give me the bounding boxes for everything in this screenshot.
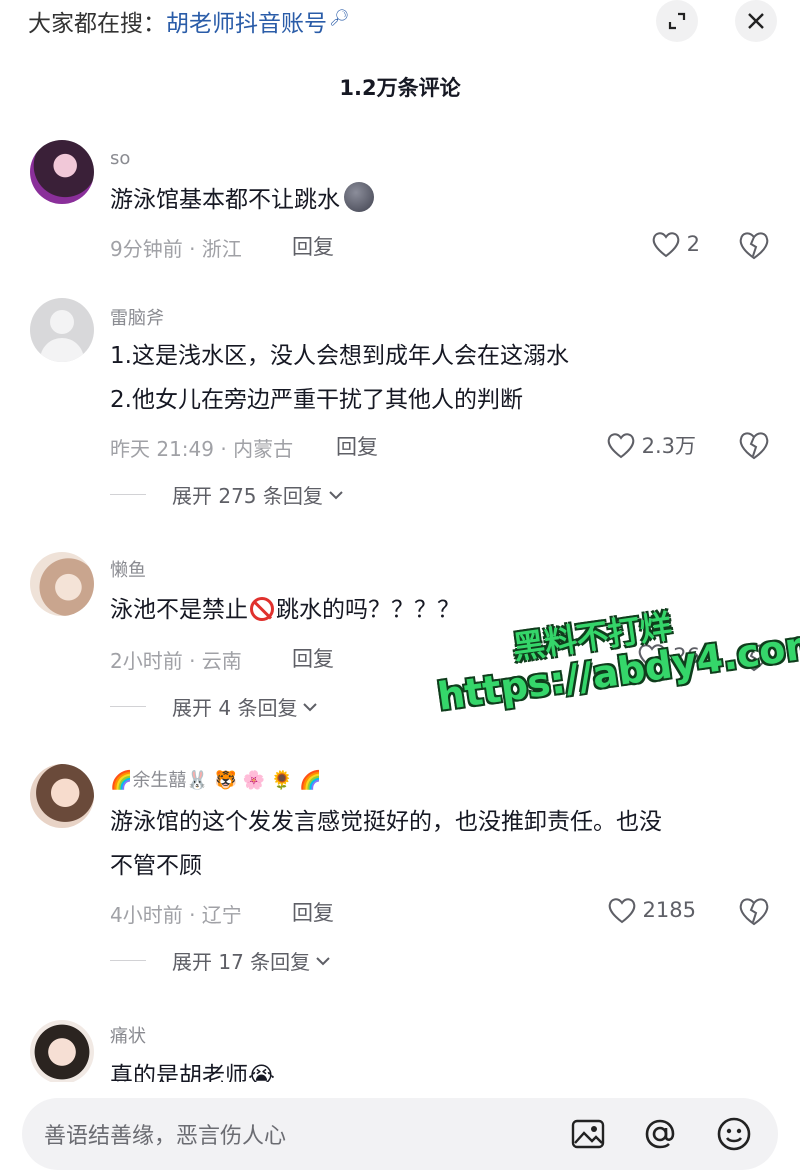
- comment-username[interactable]: 懒鱼: [110, 556, 146, 582]
- smiley-icon: [717, 1117, 751, 1151]
- avatar[interactable]: [30, 298, 94, 362]
- comment-text-line: 真的是胡老师😭: [110, 1063, 275, 1082]
- comment-username[interactable]: 雷脑斧: [110, 304, 164, 330]
- divider: [110, 494, 146, 495]
- at-icon: [645, 1119, 675, 1149]
- top-bar: 大家都在搜：胡老师抖音账号 🔎︎: [0, 0, 800, 44]
- default-avatar-icon: [50, 310, 74, 334]
- search-suggestion-prefix: 大家都在搜：: [28, 11, 166, 37]
- image-button[interactable]: [568, 1114, 608, 1154]
- broken-heart-icon[interactable]: [738, 230, 770, 260]
- like-count: 2: [686, 232, 700, 256]
- comment-meta: 4小时前 · 辽宁: [110, 903, 242, 927]
- comment-input-placeholder[interactable]: 善语结善缘，恶言伤人心: [44, 1118, 286, 1150]
- prohibited-icon: [250, 597, 274, 621]
- avatar[interactable]: [30, 140, 94, 204]
- heart-icon: [652, 232, 679, 258]
- reply-button[interactable]: 回复: [292, 231, 334, 261]
- divider: [110, 706, 146, 707]
- close-button[interactable]: [735, 0, 777, 42]
- like-count: 2185: [642, 898, 696, 922]
- reply-button[interactable]: 回复: [292, 897, 334, 927]
- comment-text-line: 游泳馆基本都不让跳水: [110, 187, 340, 213]
- avatar[interactable]: [30, 552, 94, 616]
- expand-icon: [668, 12, 686, 30]
- comment-meta: 昨天 21:49 · 内蒙古: [110, 437, 294, 461]
- heart-icon: [607, 433, 634, 459]
- chevron-down-icon: [316, 956, 330, 965]
- chevron-down-icon: [329, 490, 343, 499]
- image-icon: [571, 1119, 605, 1149]
- comment-username[interactable]: 痛状: [110, 1022, 146, 1048]
- like-button[interactable]: 2185: [607, 896, 696, 924]
- expand-button[interactable]: [656, 0, 698, 42]
- comment-count-title: 1.2万条评论: [339, 76, 461, 100]
- comment-text: 1.这是浅水区，没人会想到成年人会在这溺水 2.他女儿在旁边严重干扰了其他人的判…: [110, 334, 760, 422]
- expand-replies-button[interactable]: 展开 17 条回复: [110, 946, 332, 975]
- comment-text-part: 泳池不是禁止: [110, 597, 248, 623]
- mention-button[interactable]: [640, 1114, 680, 1154]
- search-suggestion-link[interactable]: 胡老师抖音账号: [166, 11, 327, 37]
- comment-text-line: 游泳馆的这个发发言感觉挺好的，也没推卸责任。也没: [110, 809, 662, 835]
- close-icon: [748, 13, 764, 29]
- comment-text: 游泳馆基本都不让跳水: [110, 178, 760, 222]
- expand-replies-label: 展开 4 条回复: [172, 696, 298, 720]
- comment-meta: 9分钟前 · 浙江: [110, 237, 242, 261]
- avatar[interactable]: [30, 1020, 94, 1082]
- expand-replies-button[interactable]: 展开 275 条回复: [110, 480, 345, 509]
- expand-replies-label: 展开 275 条回复: [172, 484, 323, 508]
- comment-username[interactable]: so: [110, 148, 130, 169]
- comment-meta: 2小时前 · 云南: [110, 649, 242, 673]
- broken-heart-icon[interactable]: [738, 430, 770, 460]
- comment-text: 游泳馆的这个发发言感觉挺好的，也没推卸责任。也没 不管不顾: [110, 800, 760, 888]
- avatar[interactable]: [30, 764, 94, 828]
- comment-text-part: 跳水的吗？？？？: [276, 597, 460, 623]
- broken-heart-icon[interactable]: [738, 896, 770, 926]
- default-avatar-body: [40, 338, 84, 362]
- heart-icon: [608, 898, 635, 924]
- emoji-button[interactable]: [714, 1114, 754, 1154]
- moon-face-emoji-icon: [344, 182, 374, 212]
- comment-text-line: 不管不顾: [110, 853, 202, 879]
- like-button[interactable]: 2.3万: [606, 430, 696, 460]
- comment-text: 真的是胡老师😭: [110, 1054, 760, 1082]
- divider: [110, 960, 146, 961]
- expand-replies-label: 展开 17 条回复: [172, 950, 311, 974]
- reply-button[interactable]: 回复: [336, 431, 378, 461]
- like-count: 2.3万: [641, 434, 696, 458]
- comment-text-line: 2.他女儿在旁边严重干扰了其他人的判断: [110, 387, 523, 413]
- comment-username[interactable]: 🌈余生囍🐰 🐯 🌸 🌻 🌈: [110, 766, 321, 792]
- comment-item: 痛状 真的是胡老师😭: [0, 1018, 800, 1082]
- expand-replies-button[interactable]: 展开 4 条回复: [110, 692, 319, 721]
- reply-button[interactable]: 回复: [292, 643, 334, 673]
- search-icon: 🔎︎: [329, 8, 350, 27]
- comment-text-line: 1.这是浅水区，没人会想到成年人会在这溺水: [110, 343, 569, 369]
- chevron-down-icon: [303, 702, 318, 711]
- comment-input-bar[interactable]: 善语结善缘，恶言伤人心: [22, 1098, 778, 1170]
- search-suggestion[interactable]: 大家都在搜：胡老师抖音账号 🔎︎: [28, 4, 349, 38]
- like-button[interactable]: 2: [651, 230, 700, 258]
